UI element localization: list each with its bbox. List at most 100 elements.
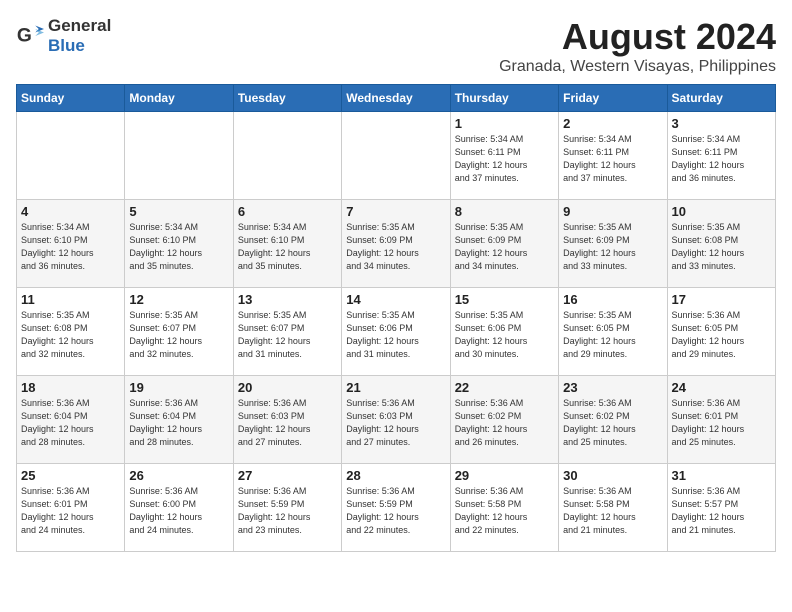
- day-info: Sunrise: 5:34 AM Sunset: 6:10 PM Dayligh…: [238, 221, 337, 273]
- header-friday: Friday: [559, 85, 667, 112]
- day-info: Sunrise: 5:36 AM Sunset: 5:57 PM Dayligh…: [672, 485, 771, 537]
- day-info: Sunrise: 5:36 AM Sunset: 6:02 PM Dayligh…: [563, 397, 662, 449]
- day-number: 31: [672, 468, 771, 483]
- day-info: Sunrise: 5:35 AM Sunset: 6:09 PM Dayligh…: [346, 221, 445, 273]
- day-number: 1: [455, 116, 554, 131]
- day-number: 13: [238, 292, 337, 307]
- day-number: 22: [455, 380, 554, 395]
- day-number: 12: [129, 292, 228, 307]
- day-info: Sunrise: 5:35 AM Sunset: 6:09 PM Dayligh…: [563, 221, 662, 273]
- table-row: 10 Sunrise: 5:35 AM Sunset: 6:08 PM Dayli…: [667, 200, 775, 288]
- logo-icon: G: [16, 22, 44, 50]
- day-number: 3: [672, 116, 771, 131]
- day-number: 9: [563, 204, 662, 219]
- day-number: 25: [21, 468, 120, 483]
- day-number: 5: [129, 204, 228, 219]
- day-info: Sunrise: 5:36 AM Sunset: 6:01 PM Dayligh…: [672, 397, 771, 449]
- day-info: Sunrise: 5:36 AM Sunset: 6:03 PM Dayligh…: [346, 397, 445, 449]
- day-number: 16: [563, 292, 662, 307]
- table-row: 15 Sunrise: 5:35 AM Sunset: 6:06 PM Dayli…: [450, 288, 558, 376]
- day-number: 6: [238, 204, 337, 219]
- day-info: Sunrise: 5:36 AM Sunset: 5:59 PM Dayligh…: [346, 485, 445, 537]
- day-number: 18: [21, 380, 120, 395]
- header-sunday: Sunday: [17, 85, 125, 112]
- calendar-week-row: 11 Sunrise: 5:35 AM Sunset: 6:08 PM Dayli…: [17, 288, 776, 376]
- day-info: Sunrise: 5:36 AM Sunset: 6:01 PM Dayligh…: [21, 485, 120, 537]
- table-row: 28 Sunrise: 5:36 AM Sunset: 5:59 PM Dayli…: [342, 464, 450, 552]
- day-number: 27: [238, 468, 337, 483]
- day-info: Sunrise: 5:34 AM Sunset: 6:10 PM Dayligh…: [129, 221, 228, 273]
- day-info: Sunrise: 5:35 AM Sunset: 6:09 PM Dayligh…: [455, 221, 554, 273]
- day-number: 23: [563, 380, 662, 395]
- calendar-week-row: 25 Sunrise: 5:36 AM Sunset: 6:01 PM Dayli…: [17, 464, 776, 552]
- table-row: 1 Sunrise: 5:34 AM Sunset: 6:11 PM Daylig…: [450, 112, 558, 200]
- calendar-header-row: Sunday Monday Tuesday Wednesday Thursday…: [17, 85, 776, 112]
- table-row: 26Sunrise: 5:36 AM Sunset: 6:00 PM Dayli…: [125, 464, 233, 552]
- day-info: Sunrise: 5:35 AM Sunset: 6:08 PM Dayligh…: [672, 221, 771, 273]
- day-info: Sunrise: 5:35 AM Sunset: 6:06 PM Dayligh…: [346, 309, 445, 361]
- location: Granada, Western Visayas, Philippines: [499, 58, 776, 76]
- table-row: 8 Sunrise: 5:35 AM Sunset: 6:09 PM Daylig…: [450, 200, 558, 288]
- table-row: 6 Sunrise: 5:34 AM Sunset: 6:10 PM Daylig…: [233, 200, 341, 288]
- day-info: Sunrise: 5:36 AM Sunset: 6:05 PM Dayligh…: [672, 309, 771, 361]
- day-number: 10: [672, 204, 771, 219]
- day-number: 15: [455, 292, 554, 307]
- day-info: Sunrise: 5:34 AM Sunset: 6:11 PM Dayligh…: [455, 133, 554, 185]
- calendar-week-row: 1 Sunrise: 5:34 AM Sunset: 6:11 PM Daylig…: [17, 112, 776, 200]
- page-header: G General Blue August 2024 Granada, West…: [16, 16, 776, 76]
- table-row: [233, 112, 341, 200]
- table-row: 23 Sunrise: 5:36 AM Sunset: 6:02 PM Dayli…: [559, 376, 667, 464]
- day-number: 28: [346, 468, 445, 483]
- header-wednesday: Wednesday: [342, 85, 450, 112]
- day-number: 11: [21, 292, 120, 307]
- day-number: 24: [672, 380, 771, 395]
- month-year: August 2024: [499, 16, 776, 58]
- table-row: [125, 112, 233, 200]
- day-number: 20: [238, 380, 337, 395]
- logo: G General Blue: [16, 16, 111, 56]
- day-info: Sunrise: 5:36 AM Sunset: 6:04 PM Dayligh…: [129, 397, 228, 449]
- header-saturday: Saturday: [667, 85, 775, 112]
- day-info: Sunrise: 5:35 AM Sunset: 6:06 PM Dayligh…: [455, 309, 554, 361]
- title-block: August 2024 Granada, Western Visayas, Ph…: [499, 16, 776, 76]
- table-row: [17, 112, 125, 200]
- table-row: 14 Sunrise: 5:35 AM Sunset: 6:06 PM Dayli…: [342, 288, 450, 376]
- day-info: Sunrise: 5:34 AM Sunset: 6:10 PM Dayligh…: [21, 221, 120, 273]
- day-info: Sunrise: 5:36 AM Sunset: 6:02 PM Dayligh…: [455, 397, 554, 449]
- day-number: 30: [563, 468, 662, 483]
- day-number: 17: [672, 292, 771, 307]
- table-row: 16 Sunrise: 5:35 AM Sunset: 6:05 PM Dayli…: [559, 288, 667, 376]
- day-number: 19: [129, 380, 228, 395]
- day-info: Sunrise: 5:35 AM Sunset: 6:08 PM Dayligh…: [21, 309, 120, 361]
- table-row: 31 Sunrise: 5:36 AM Sunset: 5:57 PM Dayli…: [667, 464, 775, 552]
- table-row: 30 Sunrise: 5:36 AM Sunset: 5:58 PM Dayli…: [559, 464, 667, 552]
- table-row: 13 Sunrise: 5:35 AM Sunset: 6:07 PM Dayli…: [233, 288, 341, 376]
- table-row: 17 Sunrise: 5:36 AM Sunset: 6:05 PM Dayli…: [667, 288, 775, 376]
- table-row: 9 Sunrise: 5:35 AM Sunset: 6:09 PM Daylig…: [559, 200, 667, 288]
- table-row: 5 Sunrise: 5:34 AM Sunset: 6:10 PM Daylig…: [125, 200, 233, 288]
- table-row: 18Sunrise: 5:36 AM Sunset: 6:04 PM Dayli…: [17, 376, 125, 464]
- table-row: 3Sunrise: 5:34 AM Sunset: 6:11 PM Daylig…: [667, 112, 775, 200]
- day-number: 14: [346, 292, 445, 307]
- table-row: 19 Sunrise: 5:36 AM Sunset: 6:04 PM Dayli…: [125, 376, 233, 464]
- day-number: 8: [455, 204, 554, 219]
- day-number: 21: [346, 380, 445, 395]
- svg-text:G: G: [17, 25, 32, 46]
- table-row: 20Sunrise: 5:36 AM Sunset: 6:03 PM Dayli…: [233, 376, 341, 464]
- day-info: Sunrise: 5:34 AM Sunset: 6:11 PM Dayligh…: [563, 133, 662, 185]
- logo-text: General Blue: [48, 18, 111, 55]
- header-thursday: Thursday: [450, 85, 558, 112]
- table-row: 21 Sunrise: 5:36 AM Sunset: 6:03 PM Dayli…: [342, 376, 450, 464]
- calendar-week-row: 4Sunrise: 5:34 AM Sunset: 6:10 PM Daylig…: [17, 200, 776, 288]
- header-monday: Monday: [125, 85, 233, 112]
- day-info: Sunrise: 5:35 AM Sunset: 6:07 PM Dayligh…: [238, 309, 337, 361]
- day-number: 26: [129, 468, 228, 483]
- day-info: Sunrise: 5:36 AM Sunset: 5:58 PM Dayligh…: [563, 485, 662, 537]
- day-info: Sunrise: 5:35 AM Sunset: 6:05 PM Dayligh…: [563, 309, 662, 361]
- day-info: Sunrise: 5:36 AM Sunset: 5:59 PM Dayligh…: [238, 485, 337, 537]
- calendar-table: Sunday Monday Tuesday Wednesday Thursday…: [16, 84, 776, 552]
- day-number: 7: [346, 204, 445, 219]
- table-row: 2Sunrise: 5:34 AM Sunset: 6:11 PM Daylig…: [559, 112, 667, 200]
- table-row: 27 Sunrise: 5:36 AM Sunset: 5:59 PM Dayli…: [233, 464, 341, 552]
- table-row: 29Sunrise: 5:36 AM Sunset: 5:58 PM Dayli…: [450, 464, 558, 552]
